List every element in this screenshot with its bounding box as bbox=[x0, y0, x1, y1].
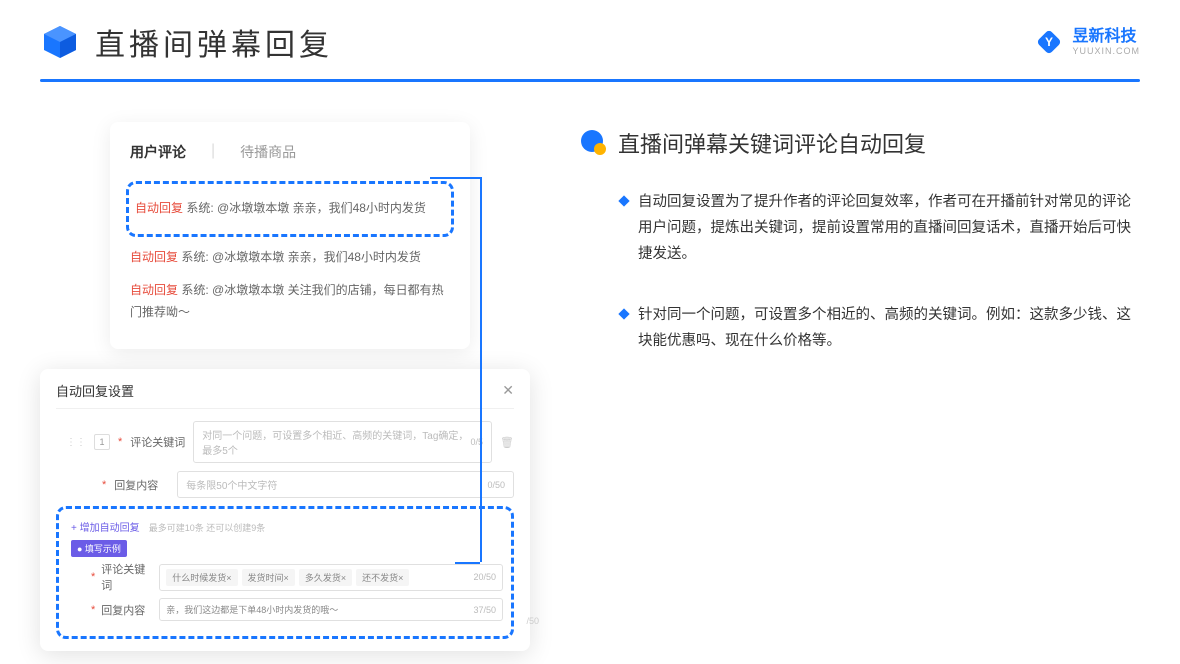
example-content-input[interactable]: 亲，我们这边都是下单48小时内发货的哦～ 37/50 bbox=[159, 598, 503, 621]
comment-text: @冰墩墩本墩 亲亲，我们48小时内发货 bbox=[217, 201, 426, 215]
add-hint: 最多可建10条 还可以创建9条 bbox=[149, 523, 266, 533]
example-content-row: * 回复内容 亲，我们这边都是下单48小时内发货的哦～ 37/50 bbox=[67, 598, 503, 621]
comment-row: 自动回复 系统: @冰墩墩本墩 亲亲，我们48小时内发货 bbox=[135, 192, 445, 226]
ex-content-label: 回复内容 bbox=[101, 602, 153, 618]
keyword-row: ⋮⋮ 1 * 评论关键词 对同一个问题，可设置多个相近、高频的关键词，Tag确定… bbox=[56, 421, 514, 463]
comment-row: 自动回复 系统: @冰墩墩本墩 关注我们的店铺，每日都有热门推荐呦～ bbox=[130, 274, 450, 329]
row-number: 1 bbox=[94, 434, 110, 450]
example-keyword-row: * 评论关键词 什么时候发货× 发货时间× 多久发货× 还不发货× 20/50 bbox=[67, 561, 503, 593]
required-asterisk: * bbox=[91, 604, 95, 616]
highlighted-comment: 自动回复 系统: @冰墩墩本墩 亲亲，我们48小时内发货 bbox=[126, 181, 454, 237]
tab-divider: | bbox=[211, 142, 215, 166]
tab-pending-goods[interactable]: 待播商品 bbox=[240, 142, 296, 166]
description-column: 直播间弹幕关键词评论自动回复 自动回复设置为了提升作者的评论回复效率，作者可在开… bbox=[580, 122, 1140, 651]
bullet-text: 针对同一个问题，可设置多个相近的、高频的关键词。例如：这款多少钱、这块能优惠吗、… bbox=[638, 302, 1140, 354]
auto-reply-settings-panel: 自动回复设置 ✕ ⋮⋮ 1 * 评论关键词 对同一个问题，可设置多个相近、高频的… bbox=[40, 369, 530, 651]
keyword-tag[interactable]: 什么时候发货× bbox=[166, 569, 237, 586]
bullet-text: 自动回复设置为了提升作者的评论回复效率，作者可在开播前针对常见的评论用户问题，提… bbox=[638, 189, 1140, 267]
required-asterisk: * bbox=[118, 436, 122, 448]
example-badge: ● 填写示例 bbox=[71, 540, 127, 557]
tab-user-comments[interactable]: 用户评论 bbox=[130, 142, 186, 166]
auto-reply-tag: 自动回复 bbox=[135, 201, 183, 215]
keyword-tag[interactable]: 还不发货× bbox=[356, 569, 409, 586]
close-icon[interactable]: ✕ bbox=[502, 382, 514, 399]
section-title: 直播间弹幕关键词评论自动回复 bbox=[618, 127, 926, 159]
add-auto-reply-link[interactable]: + 增加自动回复 bbox=[71, 523, 140, 534]
cube-icon bbox=[40, 22, 80, 62]
settings-title: 自动回复设置 bbox=[56, 381, 134, 400]
keyword-label: 评论关键词 bbox=[130, 434, 185, 450]
keyword-tag[interactable]: 多久发货× bbox=[299, 569, 352, 586]
logo-text-cn: 昱新科技 bbox=[1072, 29, 1140, 45]
delete-icon[interactable]: 🗑 bbox=[500, 436, 514, 449]
page-title: 直播间弹幕回复 bbox=[95, 20, 333, 64]
required-asterisk: * bbox=[91, 571, 95, 583]
comment-row: 自动回复 系统: @冰墩墩本墩 亲亲，我们48小时内发货 bbox=[130, 241, 450, 275]
auto-reply-tag: 自动回复 bbox=[130, 250, 178, 264]
example-group: + 增加自动回复 最多可建10条 还可以创建9条 ● 填写示例 * 评论关键词 … bbox=[56, 506, 514, 639]
comments-panel: 用户评论 | 待播商品 自动回复 系统: @冰墩墩本墩 亲亲，我们48小时内发货… bbox=[110, 122, 470, 349]
system-label: 系统: bbox=[181, 283, 208, 297]
overflow-counter: /50 bbox=[526, 616, 539, 626]
bullet-item: 针对同一个问题，可设置多个相近的、高频的关键词。例如：这款多少钱、这块能优惠吗、… bbox=[580, 302, 1140, 354]
logo-text-en: YUUXIN.COM bbox=[1072, 47, 1140, 56]
comment-text: @冰墩墩本墩 关注我们的店铺，每日都有热门推荐呦～ bbox=[130, 283, 444, 319]
diamond-bullet-icon bbox=[618, 309, 629, 320]
bullet-item: 自动回复设置为了提升作者的评论回复效率，作者可在开播前针对常见的评论用户问题，提… bbox=[580, 189, 1140, 267]
diamond-bullet-icon bbox=[618, 195, 629, 206]
svg-text:Y: Y bbox=[1045, 35, 1053, 49]
content-input[interactable]: 每条限50个中文字符 0/50 bbox=[177, 471, 514, 498]
screenshots-column: 用户评论 | 待播商品 自动回复 系统: @冰墩墩本墩 亲亲，我们48小时内发货… bbox=[40, 122, 540, 651]
logo-diamond-icon: Y bbox=[1034, 27, 1064, 57]
speech-bubble-icon bbox=[580, 129, 608, 157]
required-asterisk: * bbox=[102, 479, 106, 491]
example-keyword-input[interactable]: 什么时候发货× 发货时间× 多久发货× 还不发货× 20/50 bbox=[159, 564, 503, 591]
keyword-input[interactable]: 对同一个问题，可设置多个相近、高频的关键词，Tag确定，最多5个 0/5 bbox=[193, 421, 492, 463]
comment-text: @冰墩墩本墩 亲亲，我们48小时内发货 bbox=[212, 250, 421, 264]
content-row: * 回复内容 每条限50个中文字符 0/50 bbox=[56, 471, 514, 498]
keyword-tag[interactable]: 发货时间× bbox=[242, 569, 295, 586]
system-label: 系统: bbox=[181, 250, 208, 264]
ex-keyword-label: 评论关键词 bbox=[101, 561, 153, 593]
page-header: 直播间弹幕回复 Y 昱新科技 YUUXIN.COM bbox=[0, 0, 1180, 64]
auto-reply-tag: 自动回复 bbox=[130, 283, 178, 297]
system-label: 系统: bbox=[186, 201, 213, 215]
content-label: 回复内容 bbox=[114, 477, 169, 493]
brand-logo: Y 昱新科技 YUUXIN.COM bbox=[1034, 27, 1140, 57]
drag-handle-icon[interactable]: ⋮⋮ bbox=[66, 437, 86, 448]
